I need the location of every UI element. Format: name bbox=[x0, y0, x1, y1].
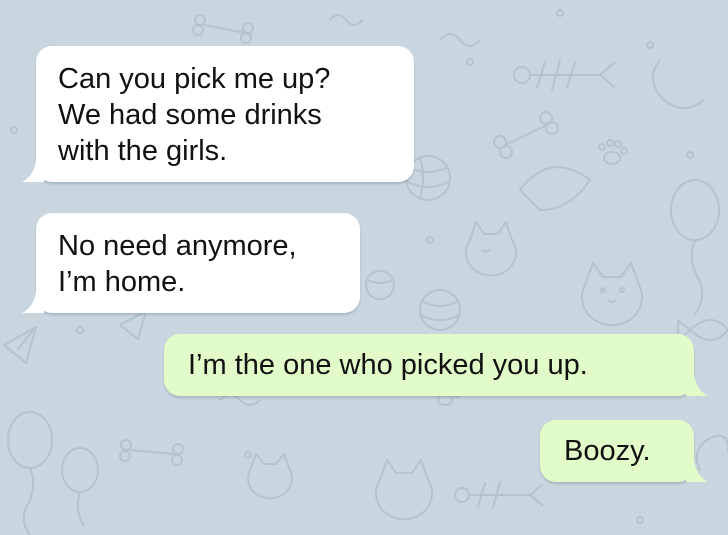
incoming-message[interactable]: Can you pick me up? We had some drinks w… bbox=[22, 46, 414, 182]
cat-icon bbox=[465, 221, 517, 277]
message-text-line: with the girls. bbox=[58, 135, 228, 167]
balloon-icon bbox=[61, 447, 99, 527]
incoming-message[interactable]: No need anymore, I’m home. bbox=[22, 213, 360, 313]
paper-plane-icon bbox=[3, 326, 37, 364]
outgoing-message[interactable]: Boozy. bbox=[540, 420, 708, 482]
fish-bone-icon bbox=[454, 481, 543, 509]
message-text-line: Boozy. bbox=[564, 435, 651, 467]
cat-icon bbox=[247, 453, 293, 500]
outgoing-message[interactable]: I’m the one who picked you up. bbox=[164, 334, 708, 396]
fish-icon bbox=[519, 166, 591, 211]
message-text-line: I’m the one who picked you up. bbox=[188, 349, 588, 381]
ball-icon bbox=[365, 270, 395, 300]
balloon-icon bbox=[670, 179, 720, 315]
message-text-line: I’m home. bbox=[58, 266, 186, 298]
bone-icon bbox=[493, 111, 559, 159]
bone-icon bbox=[119, 439, 184, 466]
bone-icon bbox=[192, 14, 254, 44]
message-text-line: No need anymore, bbox=[58, 230, 297, 262]
bubble-tail bbox=[686, 374, 708, 396]
balloon-icon bbox=[7, 411, 53, 535]
bubble-tail bbox=[22, 160, 44, 182]
cat-icon bbox=[581, 262, 643, 327]
bubble-tail bbox=[22, 291, 44, 313]
paw-icon bbox=[598, 139, 628, 165]
ball-icon bbox=[419, 289, 461, 331]
message-text-line: We had some drinks bbox=[58, 99, 322, 131]
message-text-line: Can you pick me up? bbox=[58, 63, 331, 95]
fish-bone-icon bbox=[513, 59, 615, 91]
paper-plane-icon bbox=[119, 310, 147, 340]
chat-history[interactable]: Can you pick me up? We had some drinks w… bbox=[0, 0, 728, 535]
cat-icon bbox=[375, 459, 433, 521]
bubble-tail bbox=[686, 460, 708, 482]
